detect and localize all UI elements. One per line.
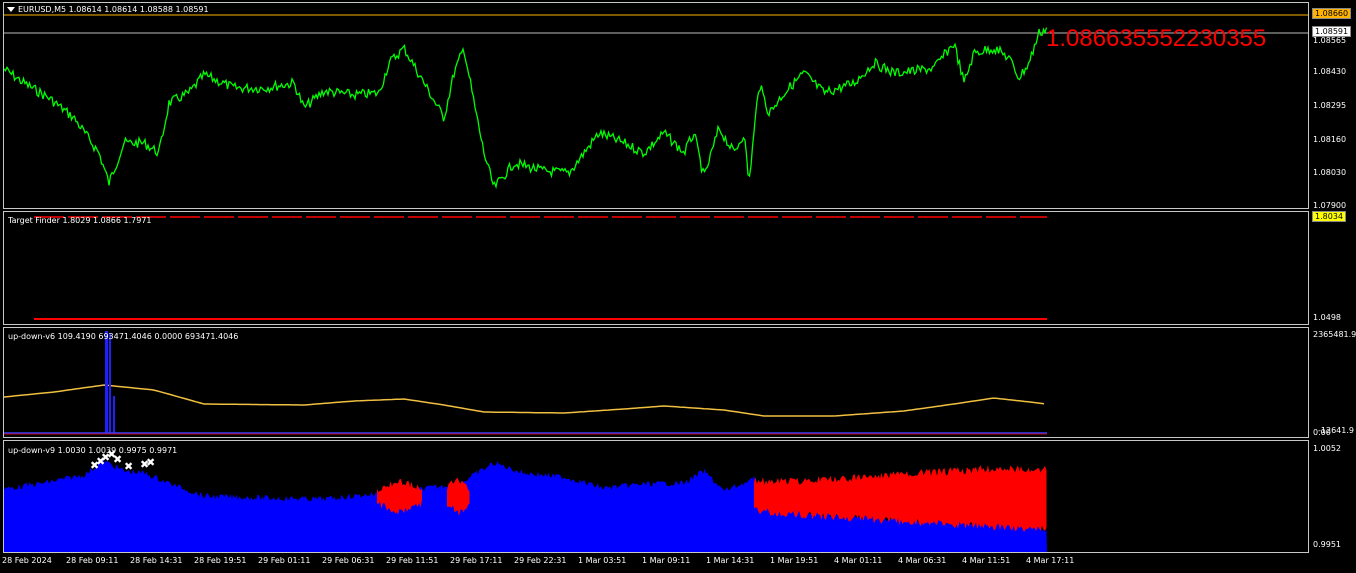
time-label: 1 Mar 19:51 xyxy=(770,556,819,565)
time-label: 4 Mar 11:51 xyxy=(962,556,1011,565)
time-label: 4 Mar 06:31 xyxy=(898,556,947,565)
time-label: 28 Feb 14:31 xyxy=(130,556,183,565)
time-label: 28 Feb 09:11 xyxy=(66,556,119,565)
v6-spike-bar xyxy=(105,331,108,433)
updown-v6-label: up-down-v6 109.4190 693471.4046 0.0000 6… xyxy=(8,332,239,341)
v6-yellow-line xyxy=(4,384,1045,417)
time-label: 1 Mar 14:31 xyxy=(706,556,755,565)
target-finder-pane[interactable]: Target Finder 1.8029 1.0866 1.7971 xyxy=(3,211,1309,325)
time-label: 1 Mar 03:51 xyxy=(578,556,627,565)
price-tick: 1.07900 xyxy=(1313,201,1347,210)
high-price-tag: 1.08660 xyxy=(1312,8,1352,19)
target-finder-label: Target Finder 1.8029 1.0866 1.7971 xyxy=(8,216,152,225)
price-tick: 1.08160 xyxy=(1313,135,1347,144)
time-label: 29 Feb 06:31 xyxy=(322,556,375,565)
time-label: 1 Mar 09:11 xyxy=(642,556,691,565)
v6-spike-bar xyxy=(109,333,111,433)
time-label: 4 Mar 01:11 xyxy=(834,556,883,565)
v9-top-tick: 1.0052 xyxy=(1313,444,1341,453)
time-label: 4 Mar 17:11 xyxy=(1026,556,1075,565)
svg-text:✖: ✖ xyxy=(124,460,133,473)
price-tick: 1.08565 xyxy=(1313,36,1347,45)
target-finder-svg xyxy=(34,216,1047,320)
price-line xyxy=(4,27,1048,190)
updown-v9-svg: ✖✖✖ ✖✖✖ ✖✖ xyxy=(4,448,1047,552)
v6-spike-bar xyxy=(113,396,115,433)
updown-v9-pane[interactable]: ✖ ✖ ✖ ✖ ✖ ✖ ✖ ✖ up-down-v9 1.0030 1.0039 0.99… xyxy=(3,440,1309,553)
time-label: 29 Feb 17:11 xyxy=(450,556,503,565)
updown-v6-pane[interactable]: up-down-v6 109.4190 693471.4046 0.0000 6… xyxy=(3,327,1309,438)
updown-v9-label: up-down-v9 1.0030 1.0039 0.9975 0.9971 xyxy=(8,446,178,455)
time-label: 28 Feb 2024 xyxy=(2,556,52,565)
big-price-label: 1.086635552230355 xyxy=(1046,25,1267,52)
price-tick: 1.08430 xyxy=(1313,67,1347,76)
symbol-label: EURUSD,M5 1.08614 1.08614 1.08588 1.0859… xyxy=(18,5,209,14)
main-price-pane[interactable]: EURUSD,M5 1.08614 1.08614 1.08588 1.0859… xyxy=(3,2,1309,209)
time-label: 28 Feb 19:51 xyxy=(194,556,247,565)
time-label: 29 Feb 22:31 xyxy=(514,556,567,565)
dropdown-triangle-icon[interactable] xyxy=(7,7,15,12)
svg-text:✖: ✖ xyxy=(146,456,155,469)
v6-top-tick: 2365481.9 xyxy=(1313,330,1356,339)
updown-v6-svg xyxy=(4,331,1047,435)
time-label: 29 Feb 11:51 xyxy=(386,556,439,565)
price-tick: 1.08295 xyxy=(1313,101,1347,110)
target-top-tag: 1.8034 xyxy=(1312,211,1346,222)
time-label: 29 Feb 01:11 xyxy=(258,556,311,565)
v9-bottom-tick: 0.9951 xyxy=(1313,540,1341,549)
v6-bottom-tick: -12641.9 xyxy=(1318,426,1354,435)
price-tick: 1.08030 xyxy=(1313,168,1347,177)
target-bottom-tick: 1.0498 xyxy=(1313,313,1341,322)
